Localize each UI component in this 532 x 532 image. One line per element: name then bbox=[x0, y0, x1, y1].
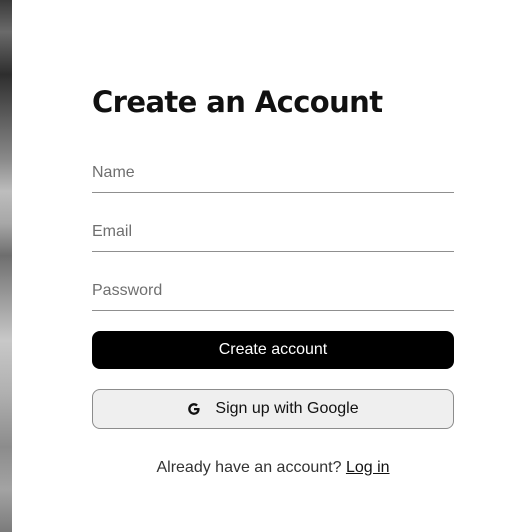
signup-panel: Create an Account Create account Sign up… bbox=[12, 0, 532, 532]
google-g-icon bbox=[188, 403, 200, 415]
password-input[interactable] bbox=[92, 280, 454, 302]
background-image-edge bbox=[0, 0, 12, 532]
create-account-button[interactable]: Create account bbox=[92, 331, 454, 369]
signup-form: Create an Account Create account Sign up… bbox=[92, 84, 454, 477]
signup-page: Create an Account Create account Sign up… bbox=[0, 0, 532, 532]
name-input[interactable] bbox=[92, 162, 454, 184]
login-prompt: Already have an account? Log in bbox=[92, 459, 454, 477]
name-field bbox=[92, 152, 454, 193]
google-signup-label: Sign up with Google bbox=[215, 400, 359, 417]
email-input[interactable] bbox=[92, 221, 454, 243]
page-title: Create an Account bbox=[92, 85, 383, 119]
login-prompt-text: Already have an account? bbox=[156, 459, 342, 476]
email-field bbox=[92, 211, 454, 252]
password-field bbox=[92, 270, 454, 311]
google-signup-button[interactable]: Sign up with Google bbox=[92, 389, 454, 429]
login-link[interactable]: Log in bbox=[346, 459, 390, 476]
